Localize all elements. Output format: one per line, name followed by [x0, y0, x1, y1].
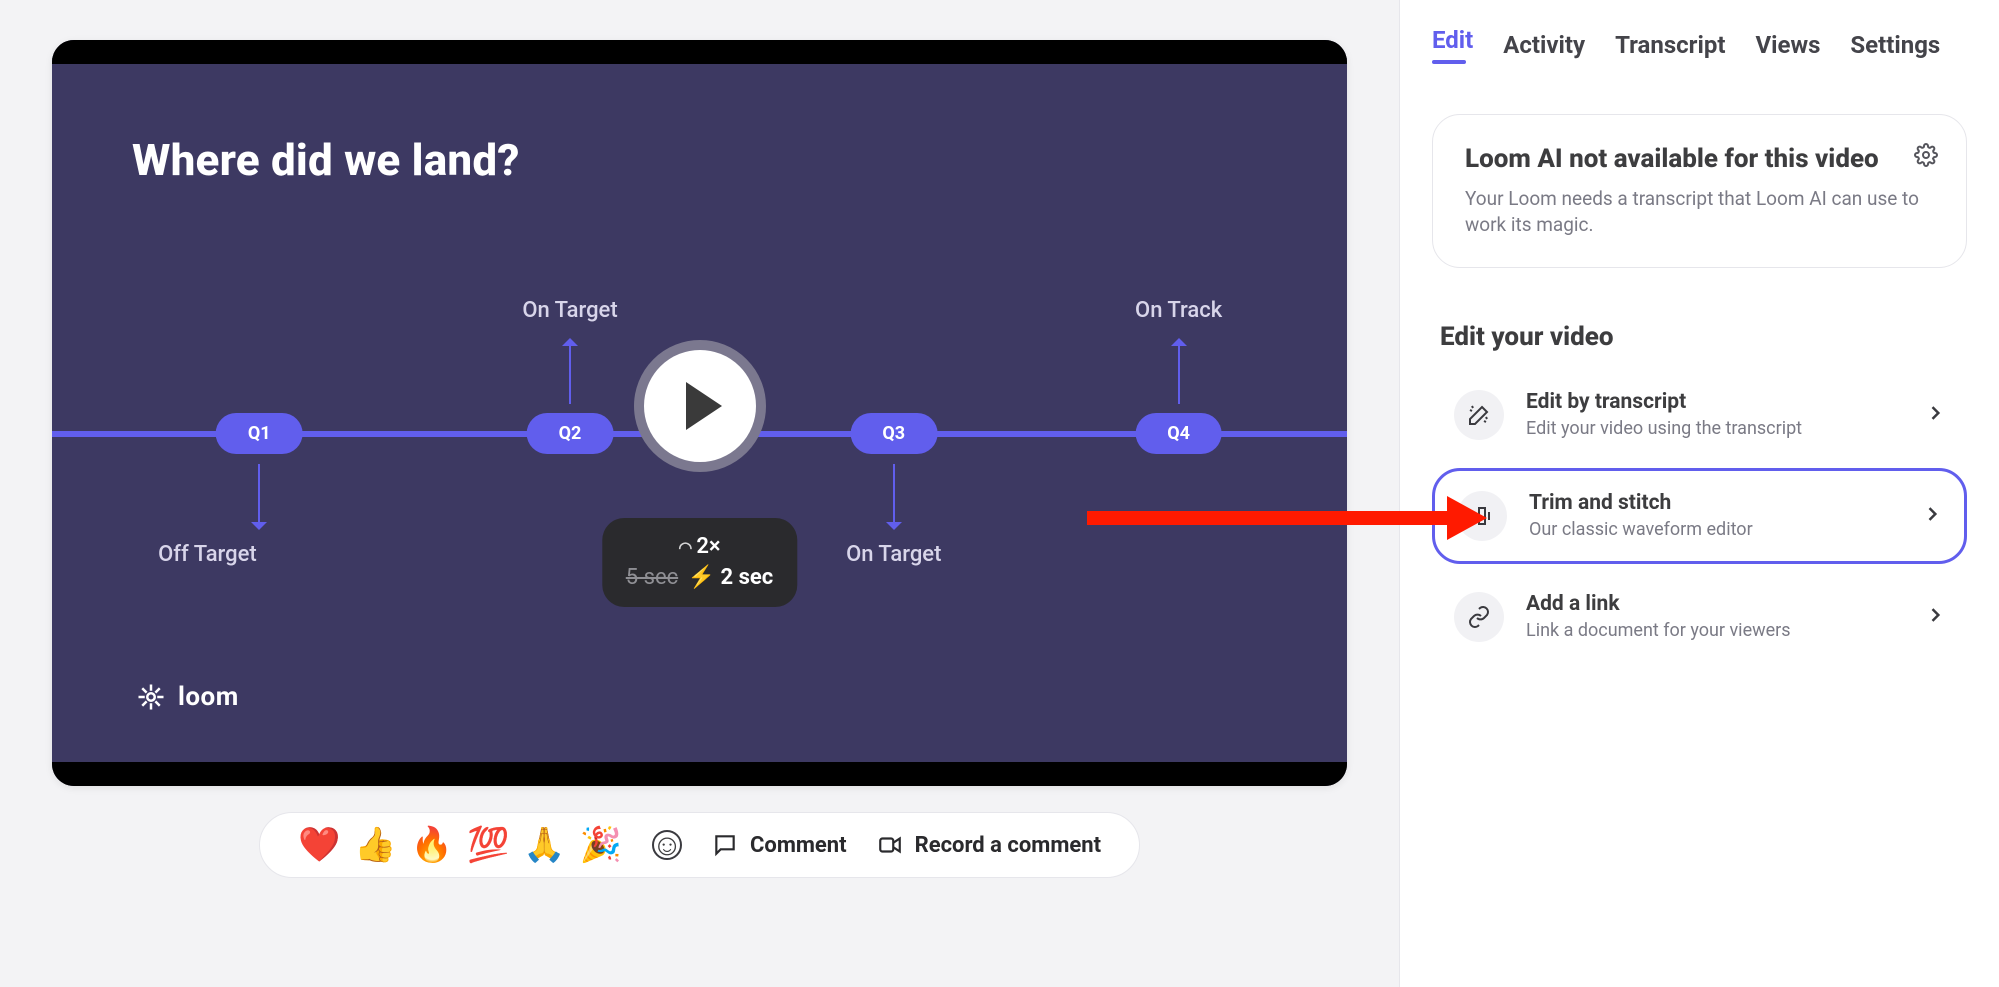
gear-icon: [1914, 143, 1938, 167]
play-icon: [686, 382, 722, 430]
ai-settings-button[interactable]: [1914, 143, 1938, 171]
reaction-emoji[interactable]: 💯: [467, 825, 509, 865]
ai-card-subtitle: Your Loom needs a transcript that Loom A…: [1465, 186, 1934, 239]
trim-icon: [1457, 491, 1507, 541]
reaction-emoji[interactable]: 🔥: [411, 825, 453, 865]
edit-options: Edit by transcript Edit your video using …: [1432, 370, 1967, 662]
video-player[interactable]: Where did we land? Q1 Off Target Q2 On Targ…: [52, 40, 1347, 786]
slide-content: Where did we land? Q1 Off Target Q2 On Targ…: [52, 64, 1347, 762]
main-area: Where did we land? Q1 Off Target Q2 On Targ…: [0, 0, 1399, 987]
sidebar-tabs: Edit Activity Transcript Views Settings: [1432, 26, 1967, 70]
speed-old: 5 sec: [626, 565, 678, 590]
option-title: Trim and stitch: [1529, 491, 1900, 515]
tab-views[interactable]: Views: [1755, 31, 1820, 65]
emoji-row: ❤️ 👍 🔥 💯 🙏 🎉: [298, 825, 622, 865]
option-subtitle: Link a document for your viewers: [1526, 620, 1903, 641]
speed-multiplier: 2×: [696, 534, 720, 559]
edit-section-heading: Edit your video: [1440, 322, 1967, 352]
edit-option-wand[interactable]: Edit by transcript Edit your video using …: [1432, 370, 1967, 460]
quarter-pill-q4: Q4: [1135, 413, 1222, 454]
quarter-status: Off Target: [158, 542, 257, 567]
quarter-status: On Track: [1135, 298, 1222, 323]
main-wrap: Where did we land? Q1 Off Target Q2 On Targ…: [52, 40, 1347, 878]
comment-label: Comment: [750, 833, 847, 858]
tab-transcript[interactable]: Transcript: [1615, 31, 1725, 65]
quarter-status: On Target: [846, 542, 941, 567]
video-frame: Where did we land? Q1 Off Target Q2 On Targ…: [52, 40, 1347, 786]
option-subtitle: Our classic waveform editor: [1529, 519, 1900, 540]
option-title: Add a link: [1526, 592, 1903, 616]
loom-watermark-text: loom: [178, 682, 239, 712]
chevron-right-icon: [1922, 504, 1942, 528]
quarter-pill-q3: Q3: [850, 413, 937, 454]
edit-option-trim[interactable]: Trim and stitch Our classic waveform edit…: [1432, 468, 1967, 564]
timeline-arrow: [1178, 344, 1180, 404]
letterbox-top: [52, 40, 1347, 64]
quarter-pill-q1: Q1: [216, 413, 303, 454]
chevron-right-icon: [1925, 605, 1945, 629]
play-button[interactable]: [634, 340, 766, 472]
reaction-emoji[interactable]: ❤️: [298, 825, 340, 865]
sidebar: Edit Activity Transcript Views Settings Loom…: [1399, 0, 1999, 987]
video-camera-icon: [877, 832, 903, 858]
timeline-arrow: [893, 464, 895, 524]
reaction-emoji[interactable]: 🙏: [523, 825, 565, 865]
loom-watermark: loom: [136, 682, 239, 712]
comment-button[interactable]: Comment: [712, 832, 847, 858]
chevron-right-icon: [1925, 403, 1945, 427]
app-root: Where did we land? Q1 Off Target Q2 On Targ…: [0, 0, 1999, 987]
loom-logo-icon: [136, 682, 166, 712]
ai-card: Loom AI not available for this video You…: [1432, 114, 1967, 268]
add-emoji-button[interactable]: ☺: [652, 830, 682, 860]
speed-overlay: ◠2× 5 sec ⚡ 2 sec: [602, 518, 797, 608]
bolt-icon: ⚡: [688, 565, 715, 590]
tab-edit[interactable]: Edit: [1432, 26, 1473, 70]
comment-icon: [712, 832, 738, 858]
timeline-arrow: [569, 344, 571, 404]
letterbox-bottom: [52, 762, 1347, 786]
record-label: Record a comment: [915, 833, 1101, 858]
quarter-status: On Target: [522, 298, 617, 323]
reaction-bar: ❤️ 👍 🔥 💯 🙏 🎉 ☺ Comment Record a comment: [259, 812, 1140, 878]
speed-new: 2 sec: [720, 565, 773, 590]
quarter-pill-q2: Q2: [527, 413, 614, 454]
link-icon: [1454, 592, 1504, 642]
edit-option-link[interactable]: Add a link Link a document for your viewe…: [1432, 572, 1967, 662]
record-comment-button[interactable]: Record a comment: [877, 832, 1101, 858]
tab-settings[interactable]: Settings: [1850, 31, 1940, 65]
slide-title: Where did we land?: [132, 134, 1267, 186]
timeline-arrow: [258, 464, 260, 524]
ai-card-title: Loom AI not available for this video: [1465, 143, 1894, 176]
reaction-emoji[interactable]: 👍: [354, 825, 396, 865]
reaction-emoji[interactable]: 🎉: [580, 825, 622, 865]
option-title: Edit by transcript: [1526, 390, 1903, 414]
tab-activity[interactable]: Activity: [1503, 31, 1585, 65]
wand-icon: [1454, 390, 1504, 440]
option-subtitle: Edit your video using the transcript: [1526, 418, 1903, 439]
